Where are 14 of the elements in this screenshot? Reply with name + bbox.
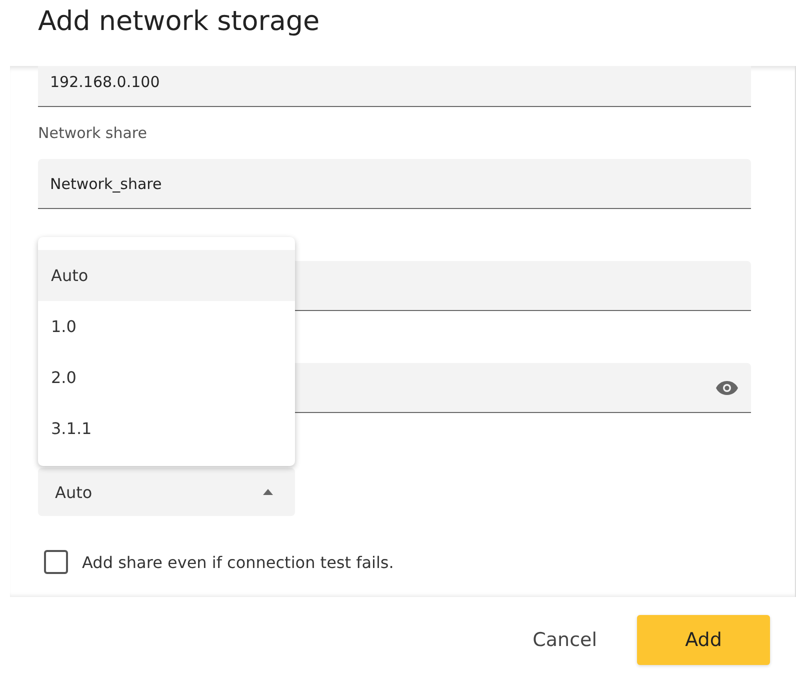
field-label: Network share: [38, 124, 147, 142]
menu-item[interactable]: 3.1.1: [38, 403, 295, 454]
add-button[interactable]: Add: [637, 615, 770, 665]
dropdown-select[interactable]: Auto: [38, 468, 295, 516]
cancel-button[interactable]: Cancel: [512, 619, 617, 661]
input-field[interactable]: 192.168.0.100: [38, 66, 751, 107]
checkbox[interactable]: [44, 550, 68, 574]
menu-item[interactable]: 1.0: [38, 301, 295, 352]
input-field[interactable]: Network_share: [38, 159, 751, 209]
eye-icon[interactable]: [715, 380, 739, 396]
menu-item[interactable]: Auto: [38, 250, 295, 301]
dialog-title: Add network storage: [37, 5, 321, 39]
menu-item[interactable]: 2.0: [38, 352, 295, 403]
checkbox-label[interactable]: Add share even if connection test fails.: [82, 552, 394, 572]
